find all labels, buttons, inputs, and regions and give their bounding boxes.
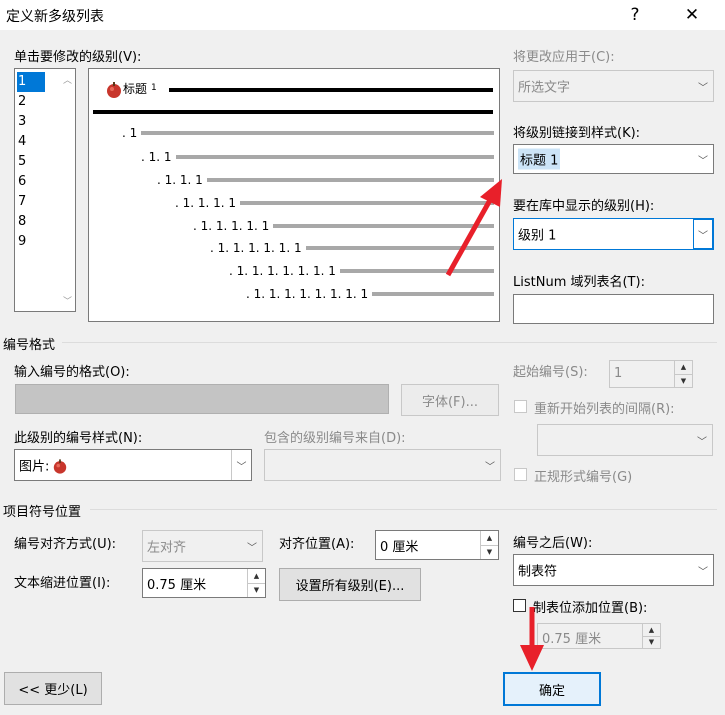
include-level-select: ﹀: [264, 449, 501, 481]
restart-label: 重新开始列表的间隔(R):: [534, 402, 675, 417]
preview-row: . 1. 1: [141, 150, 494, 164]
preview-heading-label: 标题: [123, 81, 148, 96]
follow-select[interactable]: 制表符 ﹀: [513, 554, 714, 586]
align-at-label: 对齐位置(A):: [279, 537, 355, 552]
spin-down-icon: ▼: [675, 373, 692, 388]
align-select: 左对齐 ﹀: [142, 530, 263, 562]
help-button[interactable]: ?: [620, 4, 650, 26]
level-item-3[interactable]: 3: [17, 112, 45, 132]
format-input[interactable]: [15, 384, 389, 414]
scroll-up-icon[interactable]: ︿: [63, 73, 72, 86]
less-button[interactable]: << 更少(L): [4, 672, 102, 705]
group-divider: [62, 342, 717, 343]
start-at-spinner: 1 ▲ ▼: [609, 360, 693, 388]
chevron-down-icon: ﹀: [485, 461, 495, 473]
spin-up-icon: ▲: [648, 625, 655, 634]
spin-down-icon[interactable]: ▼: [248, 582, 265, 598]
ok-button[interactable]: 确定: [503, 672, 601, 706]
level-item-4[interactable]: 4: [17, 132, 45, 152]
chevron-down-icon: ﹀: [698, 82, 708, 94]
chevron-down-icon[interactable]: ﹀: [693, 555, 713, 585]
position-group-title: 项目符号位置: [3, 505, 82, 520]
spin-up-icon[interactable]: ▲: [248, 569, 265, 583]
close-button[interactable]: ✕: [677, 4, 707, 26]
gallery-level-select[interactable]: 级别 1 ﹀: [513, 218, 714, 250]
listnum-input[interactable]: [513, 294, 714, 324]
preview-heading-line: [169, 88, 493, 92]
apply-to-label: 将更改应用于(C):: [513, 50, 615, 65]
spin-up-icon[interactable]: ▲: [481, 531, 498, 545]
indent-spinner[interactable]: 0.75 厘米 ▲ ▼: [142, 568, 266, 598]
number-style-label: 此级别的编号样式(N):: [14, 431, 143, 446]
chevron-down-icon[interactable]: ﹀: [693, 145, 713, 173]
align-label: 编号对齐方式(U):: [14, 537, 117, 552]
preview-heading-row: 标题 1: [105, 81, 157, 98]
include-level-label: 包含的级别编号来自(D):: [264, 431, 406, 446]
follow-label: 编号之后(W):: [513, 536, 593, 551]
level-item-7[interactable]: 7: [17, 192, 45, 212]
level-item-5[interactable]: 5: [17, 152, 45, 172]
apply-to-select: 所选文字 ﹀: [513, 70, 714, 102]
number-format-group-title: 编号格式: [3, 338, 56, 353]
apple-icon: [52, 458, 67, 474]
level-list-label: 单击要修改的级别(V):: [14, 50, 142, 65]
set-all-levels-button[interactable]: 设置所有级别(E)...: [279, 568, 421, 601]
level-item-2[interactable]: 2: [17, 92, 45, 112]
level-item-9[interactable]: 9: [17, 232, 45, 252]
preview-row: . 1: [122, 126, 494, 140]
align-at-spinner[interactable]: 0 厘米 ▲ ▼: [375, 530, 499, 560]
spin-up-icon: ▲: [680, 363, 687, 372]
apple-icon: [105, 81, 121, 98]
start-at-label: 起始编号(S):: [513, 365, 588, 380]
preview-heading-line-2: [93, 110, 493, 114]
link-style-label: 将级别链接到样式(K):: [513, 126, 641, 141]
format-input-label: 输入编号的格式(O):: [14, 365, 130, 380]
dialog-title: 定义新多级列表: [6, 9, 104, 25]
listnum-label: ListNum 域列表名(T):: [513, 275, 645, 290]
annotation-arrow: [445, 179, 502, 277]
level-list[interactable]: 1 2 3 4 5 6 7 8 9 ︿ ﹀: [14, 68, 76, 312]
preview-heading-num: 1: [151, 83, 157, 93]
legal-label: 正规形式编号(G): [534, 470, 633, 485]
spin-down-icon: ▼: [643, 635, 660, 649]
level-item-6[interactable]: 6: [17, 172, 45, 192]
font-button[interactable]: 字体(F)...: [401, 384, 499, 416]
restart-checkbox: [514, 400, 527, 413]
group-divider: [90, 509, 717, 510]
chevron-down-icon[interactable]: ﹀: [693, 219, 713, 249]
chevron-down-icon: ﹀: [247, 542, 257, 554]
gallery-level-label: 要在库中显示的级别(H):: [513, 199, 655, 214]
legal-checkbox: [514, 468, 527, 481]
title-bar: [0, 0, 725, 30]
chevron-down-icon: ﹀: [697, 436, 707, 448]
number-style-select[interactable]: 图片: ﹀: [14, 449, 252, 481]
chevron-down-icon[interactable]: ﹀: [231, 450, 251, 480]
preview-pane: 标题 1 . 1 . 1. 1 . 1. 1. 1 . 1. 1. 1. 1 .…: [88, 68, 500, 322]
annotation-arrow: [520, 607, 544, 671]
restart-select: ﹀: [537, 424, 713, 456]
level-item-8[interactable]: 8: [17, 212, 45, 232]
link-style-select[interactable]: 标题 1 ﹀: [513, 144, 714, 174]
indent-label: 文本缩进位置(I):: [14, 576, 111, 591]
spin-down-icon[interactable]: ▼: [481, 544, 498, 560]
scroll-down-icon[interactable]: ﹀: [63, 294, 72, 307]
level-item-1[interactable]: 1: [17, 72, 45, 92]
preview-row: . 1. 1. 1. 1. 1. 1. 1. 1: [246, 287, 494, 301]
